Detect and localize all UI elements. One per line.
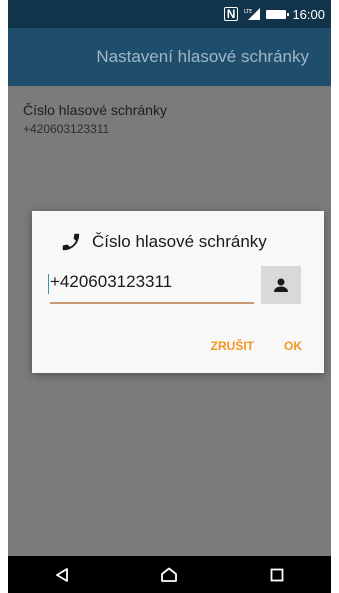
status-time: 16:00	[292, 6, 325, 22]
contact-person-icon	[274, 278, 288, 292]
phone-icon	[62, 233, 80, 251]
status-bar: N LTE 16:00	[8, 0, 331, 28]
back-button[interactable]	[42, 560, 82, 590]
preference-title: Číslo hlasové schránky	[23, 102, 167, 118]
dialog-title-row: Číslo hlasové schránky	[60, 231, 267, 253]
recents-button[interactable]	[257, 560, 297, 590]
text-cursor	[48, 274, 49, 294]
app-bar: Nastavení hlasové schránky	[8, 28, 331, 86]
navigation-bar	[8, 556, 331, 593]
recents-icon	[270, 568, 284, 581]
dialog-actions: ZRUŠIT OK	[211, 339, 302, 353]
battery-icon	[266, 9, 290, 19]
dialog-title: Číslo hlasové schránky	[92, 232, 267, 251]
home-icon	[161, 567, 178, 582]
app-bar-title: Nastavení hlasové schránky	[96, 47, 309, 66]
voicemail-number-input[interactable]: +420603123311	[48, 270, 254, 304]
voicemail-number-dialog: Číslo hlasové schránky +420603123311 ZRU…	[32, 211, 324, 373]
pick-contact-button[interactable]	[261, 266, 301, 304]
back-icon	[55, 567, 68, 582]
preference-summary: +420603123311	[23, 122, 110, 136]
lte-signal-icon: LTE	[244, 8, 261, 20]
svg-text:LTE: LTE	[244, 9, 252, 15]
input-value: +420603123311	[50, 272, 173, 291]
ok-button[interactable]: OK	[284, 339, 302, 353]
cancel-button[interactable]: ZRUŠIT	[211, 339, 254, 353]
home-button[interactable]	[149, 560, 189, 590]
phone-screen: N LTE 16:00 Nastavení hlasové schránky Č…	[8, 0, 331, 593]
nfc-icon: N	[223, 7, 239, 21]
